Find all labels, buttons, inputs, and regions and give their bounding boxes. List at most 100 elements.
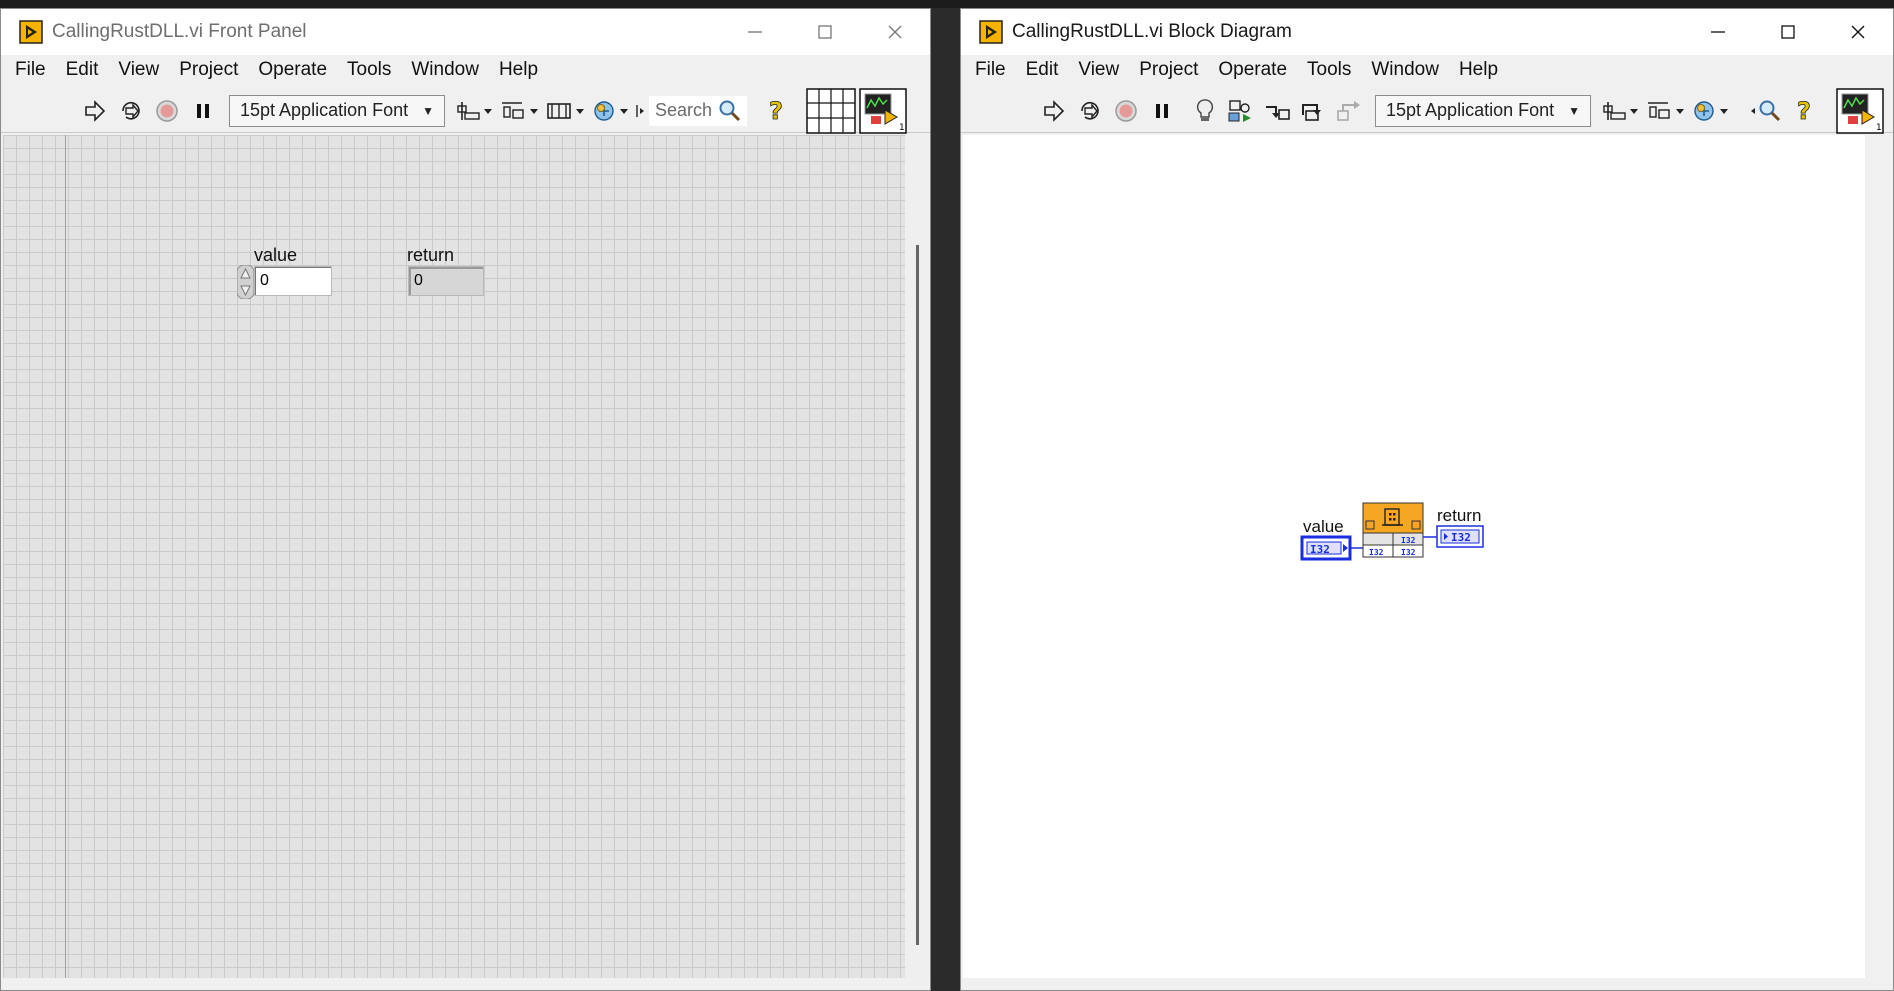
distribute-objects-icon	[1648, 101, 1685, 119]
search-button[interactable]	[1749, 96, 1783, 126]
step-out-icon	[1337, 100, 1360, 121]
menu-help[interactable]: Help	[489, 59, 548, 81]
svg-text:?: ?	[769, 98, 783, 124]
vi-icon: 1	[859, 87, 907, 134]
front-panel-titlebar[interactable]: CallingRustDLL.vi Front Panel	[1, 9, 930, 55]
menu-file[interactable]: File	[965, 59, 1016, 81]
menu-edit[interactable]: Edit	[56, 59, 109, 81]
run-continuously-icon	[1081, 101, 1099, 120]
close-icon	[888, 25, 902, 39]
context-help-button[interactable]: ?	[761, 96, 791, 126]
align-objects-button[interactable]	[1602, 96, 1640, 126]
step-into-button[interactable]	[1262, 96, 1292, 126]
desktop-gap	[931, 8, 960, 991]
block-diagram-window: CallingRustDLL.vi Block Diagram File Edi…	[960, 8, 1894, 991]
call-library-function-node[interactable]: I32 I32 I32	[1362, 502, 1424, 558]
origin-line	[65, 135, 66, 978]
maximize-button[interactable]	[1753, 9, 1823, 55]
menu-file[interactable]: File	[5, 59, 56, 81]
pause-icon	[1156, 103, 1168, 118]
search-expand-arrow[interactable]	[635, 96, 645, 126]
minimize-button[interactable]	[1683, 9, 1753, 55]
close-button[interactable]	[860, 9, 930, 55]
labview-vi-icon	[979, 20, 1003, 44]
run-button[interactable]	[1039, 96, 1069, 126]
reorder-button[interactable]	[1692, 96, 1732, 126]
vi-icon-pane[interactable]: 1	[1836, 87, 1884, 134]
context-help-button[interactable]: ?	[1789, 96, 1819, 126]
run-button[interactable]	[80, 96, 110, 126]
maximize-button[interactable]	[790, 9, 860, 55]
highlight-execution-button[interactable]	[1190, 96, 1220, 126]
dll-return-type: I32	[1401, 536, 1416, 545]
menu-operate[interactable]: Operate	[248, 59, 337, 81]
abort-button[interactable]	[152, 96, 182, 126]
resize-objects-button[interactable]	[546, 96, 586, 126]
menu-tools[interactable]: Tools	[337, 59, 401, 81]
font-selector[interactable]: 15pt Application Font ▼	[1375, 94, 1592, 127]
align-objects-button[interactable]	[456, 96, 494, 126]
menu-project[interactable]: Project	[1129, 59, 1208, 81]
value-terminal-label: value	[1303, 517, 1344, 536]
menu-operate[interactable]: Operate	[1208, 59, 1297, 81]
close-icon	[1851, 25, 1865, 39]
block-diagram-canvas[interactable]: value I32 I32 I32 I32 return I32	[963, 135, 1865, 978]
step-out-button[interactable]	[1334, 96, 1364, 126]
menu-view[interactable]: View	[1068, 59, 1129, 81]
svg-text:1: 1	[899, 123, 905, 133]
menu-view[interactable]: View	[108, 59, 169, 81]
pause-button[interactable]	[1147, 96, 1177, 126]
step-over-button[interactable]	[1298, 96, 1328, 126]
search-icon	[719, 100, 741, 121]
menu-project[interactable]: Project	[169, 59, 248, 81]
increment-decrement-arrows[interactable]	[237, 265, 254, 299]
connector-pane[interactable]	[806, 87, 856, 134]
menu-window[interactable]: Window	[1361, 59, 1449, 81]
vi-icon-pane[interactable]: 1	[859, 87, 907, 134]
block-diagram-titlebar[interactable]: CallingRustDLL.vi Block Diagram	[961, 9, 1893, 55]
close-button[interactable]	[1823, 9, 1893, 55]
distribute-objects-button[interactable]	[500, 96, 540, 126]
font-selector[interactable]: 15pt Application Font ▼	[229, 94, 446, 127]
svg-text:1: 1	[1876, 123, 1882, 133]
minimize-icon	[748, 31, 762, 33]
chevron-down-icon: ▼	[422, 103, 435, 118]
menu-bar: File Edit View Project Operate Tools Win…	[1, 55, 930, 85]
dll-param-in-type: I32	[1369, 548, 1384, 557]
minimize-button[interactable]	[720, 9, 790, 55]
search-placeholder: Search	[655, 100, 713, 120]
return-indicator-terminal[interactable]: I32	[1436, 525, 1484, 548]
window-title: CallingRustDLL.vi Block Diagram	[1012, 21, 1292, 42]
align-objects-icon	[457, 101, 493, 120]
minimize-icon	[1711, 31, 1725, 33]
value-control-terminal[interactable]: I32	[1300, 535, 1352, 561]
value-terminal-type: I32	[1310, 543, 1330, 556]
menu-tools[interactable]: Tools	[1297, 59, 1361, 81]
value-control-label: value	[254, 245, 298, 265]
scrollbar-thumb[interactable]	[916, 245, 919, 945]
menu-edit[interactable]: Edit	[1016, 59, 1069, 81]
distribute-objects-icon	[502, 101, 539, 119]
run-continuously-button[interactable]	[1075, 96, 1105, 126]
font-selector-label: 15pt Application Font	[1386, 100, 1555, 120]
vertical-scrollbar[interactable]	[1865, 135, 1893, 978]
menu-window[interactable]: Window	[401, 59, 489, 81]
search-input[interactable]: Search	[649, 95, 748, 126]
vertical-scrollbar[interactable]	[905, 135, 930, 978]
toolbar: 15pt Application Font ▼ ? 1	[961, 87, 1893, 134]
run-arrow-icon	[85, 99, 106, 122]
maximize-icon	[818, 25, 832, 39]
resize-objects-icon	[547, 102, 585, 119]
abort-button[interactable]	[1111, 96, 1141, 126]
run-continuously-icon	[122, 101, 140, 120]
run-continuously-button[interactable]	[116, 96, 146, 126]
pause-button[interactable]	[188, 96, 218, 126]
distribute-objects-button[interactable]	[1646, 96, 1686, 126]
menu-help[interactable]: Help	[1449, 59, 1508, 81]
reorder-button[interactable]	[592, 96, 632, 126]
step-over-icon	[1302, 103, 1321, 121]
retain-wire-values-button[interactable]	[1226, 96, 1256, 126]
maximize-icon	[1781, 25, 1795, 39]
value-numeric-control[interactable]: 0	[254, 266, 332, 296]
chevron-right-icon	[636, 104, 645, 117]
